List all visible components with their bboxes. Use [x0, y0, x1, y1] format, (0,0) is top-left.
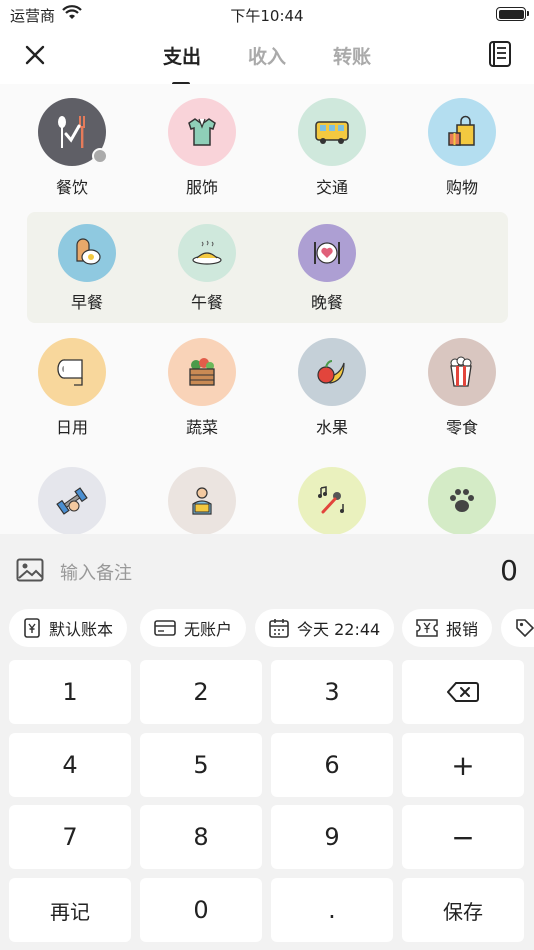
category-vegetables[interactable]: 蔬菜 — [147, 338, 257, 438]
key-0[interactable]: 0 — [140, 878, 262, 942]
category-fruit[interactable]: 水果 — [277, 338, 387, 438]
card-icon — [154, 620, 176, 636]
chip-reimburse[interactable]: 报销 — [402, 609, 493, 647]
dinner-plate-icon — [298, 224, 356, 282]
lunch-plate-icon — [178, 224, 236, 282]
key-backspace[interactable] — [402, 660, 524, 724]
utensils-icon — [38, 98, 108, 166]
fruit-icon — [298, 338, 366, 406]
category-label: 交通 — [315, 178, 348, 197]
toast-egg-icon — [58, 224, 116, 282]
category-snacks[interactable]: 零食 — [407, 338, 517, 438]
edit-badge-icon — [92, 148, 108, 164]
dumbbell-icon — [38, 467, 106, 534]
category-catering[interactable]: 餐饮 — [17, 98, 127, 198]
key-dot[interactable]: . — [271, 878, 393, 942]
amount-display: 0 — [500, 554, 518, 587]
category-daily[interactable]: 日用 — [17, 338, 127, 438]
tab-transfer[interactable]: 转账 — [333, 42, 371, 69]
note-row: 输入备注 0 — [0, 534, 534, 608]
input-panel: 输入备注 0 默认账本 无账户 今天 22:44 报销 1 2 3 4 5 6 … — [0, 534, 534, 950]
microphone-music-icon — [298, 467, 366, 534]
category-label: 服饰 — [185, 178, 218, 197]
key-8[interactable]: 8 — [140, 805, 262, 869]
subcategory-label: 晚餐 — [310, 293, 343, 312]
paw-icon — [428, 467, 496, 534]
category-fitness[interactable] — [17, 467, 127, 534]
category-label: 零食 — [445, 418, 478, 437]
chip-tag[interactable] — [501, 609, 534, 647]
chip-account[interactable]: 无账户 — [140, 609, 247, 647]
clock: 下午10:44 — [230, 7, 304, 25]
ledger-icon — [24, 618, 40, 638]
subcategory-label: 午餐 — [190, 293, 223, 312]
subcategory-label: 早餐 — [70, 293, 103, 312]
tab-income[interactable]: 收入 — [248, 42, 286, 69]
category-transport[interactable]: 交通 — [277, 98, 387, 198]
key-2[interactable]: 2 — [140, 660, 262, 724]
vegetables-icon — [168, 338, 236, 406]
image-icon[interactable] — [16, 558, 44, 582]
subcategory-lunch[interactable]: 午餐 — [152, 224, 262, 313]
popcorn-icon — [428, 338, 496, 406]
category-label: 水果 — [315, 418, 348, 437]
category-education[interactable] — [147, 467, 257, 534]
key-3[interactable]: 3 — [271, 660, 393, 724]
note-input[interactable]: 输入备注 — [60, 559, 132, 585]
subcategory-panel: 早餐 午餐 晚餐 — [27, 212, 508, 323]
status-bar: 运营商 下午10:44 — [0, 0, 534, 30]
key-minus[interactable]: − — [402, 805, 524, 869]
battery-icon — [496, 7, 529, 21]
key-save[interactable]: 保存 — [402, 878, 524, 942]
key-4[interactable]: 4 — [9, 733, 131, 797]
category-grid: 餐饮 服饰 交通 购物 早餐 午餐 晚餐 日用 蔬菜 水果 零食 — [0, 84, 534, 534]
key-record-again[interactable]: 再记 — [9, 878, 131, 942]
category-label: 蔬菜 — [185, 418, 218, 437]
shopping-bag-icon — [428, 98, 496, 166]
category-clothing[interactable]: 服饰 — [147, 98, 257, 198]
category-pets[interactable] — [407, 467, 517, 534]
tab-expense[interactable]: 支出 — [163, 42, 201, 69]
chip-label: 默认账本 — [49, 620, 114, 639]
category-label: 餐饮 — [55, 178, 88, 197]
key-9[interactable]: 9 — [271, 805, 393, 869]
top-nav: 支出 收入 转账 — [0, 30, 534, 86]
chip-date[interactable]: 今天 22:44 — [255, 609, 395, 647]
option-chips: 默认账本 无账户 今天 22:44 报销 — [0, 608, 534, 654]
category-entertainment[interactable] — [277, 467, 387, 534]
category-label: 日用 — [55, 418, 88, 437]
calendar-icon — [269, 619, 289, 638]
category-shopping[interactable]: 购物 — [407, 98, 517, 198]
key-1[interactable]: 1 — [9, 660, 131, 724]
chip-label: 无账户 — [184, 620, 233, 639]
chip-label: 报销 — [446, 620, 479, 639]
bus-icon — [298, 98, 366, 166]
tag-icon — [516, 619, 534, 638]
toilet-paper-icon — [38, 338, 106, 406]
subcategory-dinner[interactable]: 晚餐 — [272, 224, 382, 313]
backspace-icon — [447, 682, 479, 702]
key-7[interactable]: 7 — [9, 805, 131, 869]
subcategory-breakfast[interactable]: 早餐 — [32, 224, 142, 313]
reading-person-icon — [168, 467, 236, 534]
shirt-icon — [168, 98, 236, 166]
key-plus[interactable]: + — [402, 733, 524, 797]
close-icon[interactable] — [22, 42, 48, 68]
receipt-icon — [416, 619, 438, 637]
chip-label: 今天 22:44 — [297, 620, 381, 639]
chip-ledger[interactable]: 默认账本 — [9, 609, 128, 647]
ledger-book-icon[interactable] — [488, 40, 512, 68]
key-5[interactable]: 5 — [140, 733, 262, 797]
key-6[interactable]: 6 — [271, 733, 393, 797]
category-label: 购物 — [445, 178, 478, 197]
